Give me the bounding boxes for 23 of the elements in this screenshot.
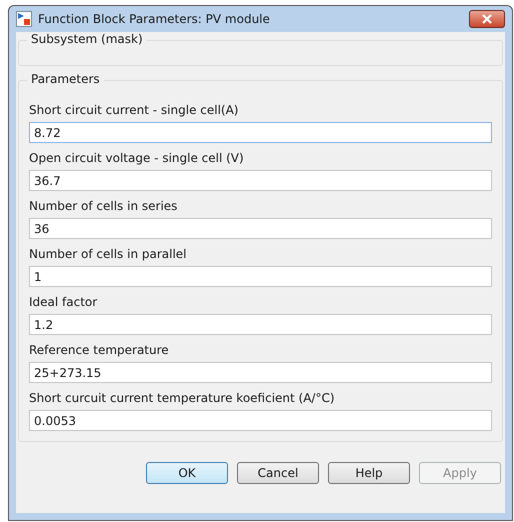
field-label: Number of cells in series xyxy=(29,198,178,215)
input-field[interactable]: 36.7 xyxy=(29,170,492,191)
field-label: Ideal factor xyxy=(29,294,98,311)
window-title: Function Block Parameters: PV module xyxy=(38,12,271,26)
dialog-button[interactable]: Cancel xyxy=(237,462,319,484)
input-field[interactable]: 1 xyxy=(29,266,492,287)
input-field[interactable]: 25+273.15 xyxy=(29,362,492,383)
dialog-button[interactable]: OK xyxy=(146,462,228,484)
field-label: Open circuit voltage - single cell (V) xyxy=(29,150,245,167)
field-label: Number of cells in parallel xyxy=(29,246,188,263)
dialog-button[interactable]: Help xyxy=(328,462,410,484)
input-field[interactable]: 0.0053 xyxy=(29,410,492,431)
input-field[interactable]: 8.72 xyxy=(29,122,492,143)
field-label: Short circuit current - single cell(A) xyxy=(29,102,240,119)
input-field[interactable]: 1.2 xyxy=(29,314,492,335)
field-label: Short curcuit current temperature koeficient (A/°C) xyxy=(29,390,336,407)
group-title: Subsystem (mask) xyxy=(27,32,147,46)
app-icon xyxy=(16,11,32,27)
close-button[interactable] xyxy=(469,10,505,28)
input-field[interactable]: 36 xyxy=(29,218,492,239)
close-icon xyxy=(480,14,494,24)
group-title: Parameters xyxy=(27,72,104,86)
field-label: Reference temperature xyxy=(29,342,170,359)
